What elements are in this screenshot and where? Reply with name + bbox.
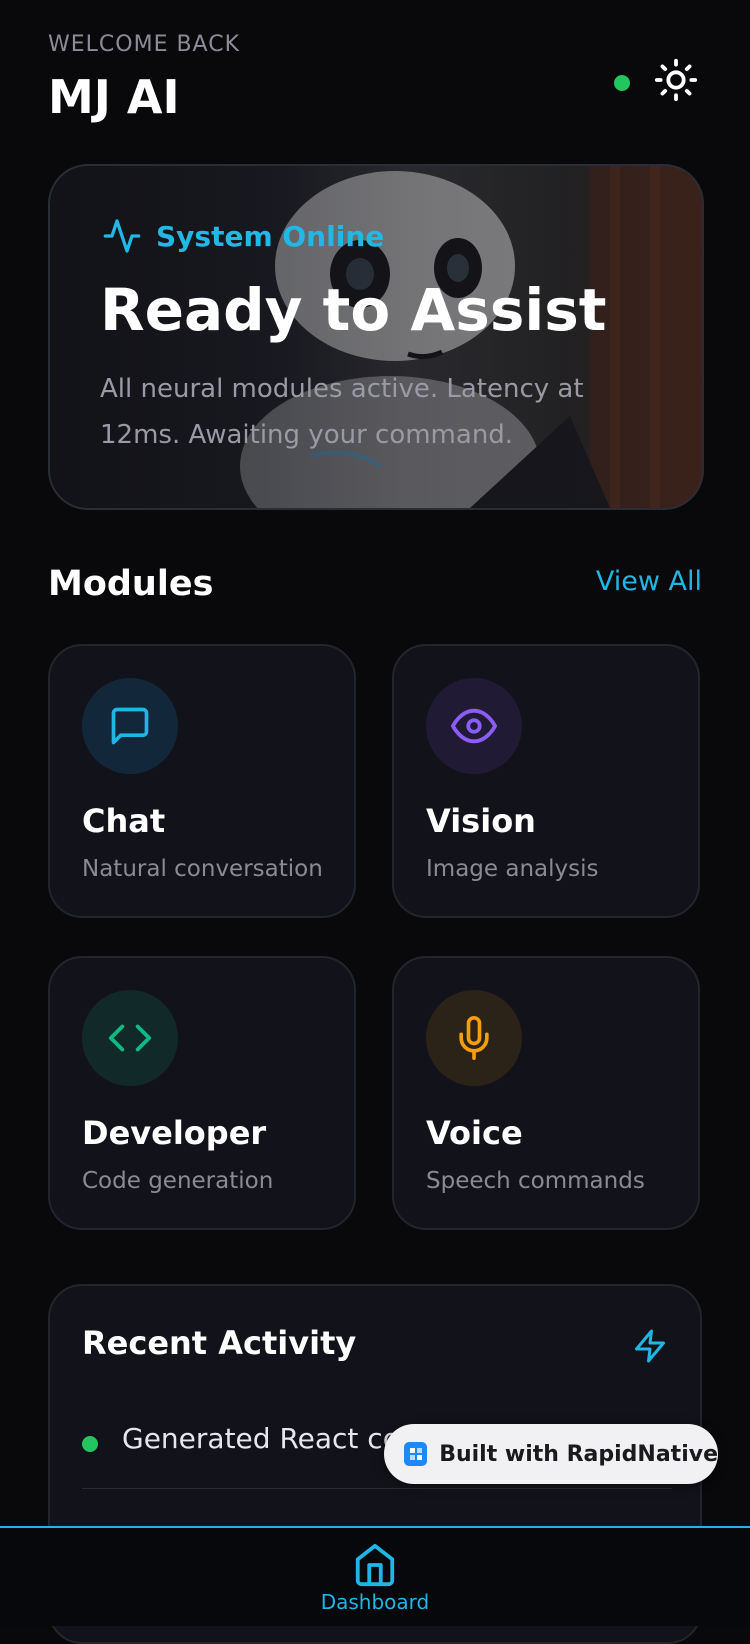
activity-divider xyxy=(82,1488,672,1489)
module-title: Voice xyxy=(426,1114,523,1152)
code-icon xyxy=(108,1024,152,1052)
nav-item-dashboard[interactable]: Dashboard xyxy=(305,1528,445,1626)
theme-toggle-button[interactable] xyxy=(652,56,700,104)
module-title: Chat xyxy=(82,802,166,840)
module-title: Vision xyxy=(426,802,536,840)
module-title: Developer xyxy=(82,1114,267,1152)
built-with-badge[interactable]: Built with RapidNative xyxy=(384,1424,718,1484)
activity-item-text[interactable]: Generated React con xyxy=(122,1422,418,1455)
module-card-chat[interactable]: Chat Natural conversation xyxy=(48,644,356,918)
zap-icon[interactable] xyxy=(632,1328,668,1364)
system-status-label: System Online xyxy=(156,219,385,253)
message-square-icon xyxy=(111,707,149,745)
module-subtitle: Natural conversation xyxy=(82,856,323,882)
module-subtitle: Code generation xyxy=(82,1168,274,1194)
nav-label-dashboard: Dashboard xyxy=(320,1590,430,1614)
module-card-vision[interactable]: Vision Image analysis xyxy=(392,644,700,918)
chat-icon-badge xyxy=(82,678,178,774)
vision-icon-badge xyxy=(426,678,522,774)
module-card-developer[interactable]: Developer Code generation xyxy=(48,956,356,1230)
voice-icon-badge xyxy=(426,990,522,1086)
module-card-voice[interactable]: Voice Speech commands xyxy=(392,956,700,1230)
welcome-label: WELCOME BACK xyxy=(48,32,241,57)
sun-icon xyxy=(654,58,698,102)
app-title: MJ AI xyxy=(48,70,180,124)
hero-card: System Online Ready to Assist All neural… xyxy=(48,164,704,510)
system-status: System Online xyxy=(102,216,384,256)
online-status-dot xyxy=(614,75,630,91)
hero-title: Ready to Assist xyxy=(100,276,607,344)
rapidnative-logo-icon xyxy=(404,1442,428,1466)
eye-icon xyxy=(451,708,497,744)
recent-activity-title: Recent Activity xyxy=(82,1324,357,1362)
modules-title: Modules xyxy=(48,564,214,604)
home-icon xyxy=(355,1543,395,1587)
bottom-nav: Dashboard xyxy=(0,1526,750,1626)
hero-description: All neural modules active. Latency at 12… xyxy=(100,374,584,450)
view-all-link[interactable]: View All xyxy=(560,566,702,597)
badge-label: Built with RapidNative xyxy=(439,1441,718,1467)
activity-icon xyxy=(103,219,141,253)
developer-icon-badge xyxy=(82,990,178,1086)
mic-icon xyxy=(459,1016,489,1060)
module-subtitle: Image analysis xyxy=(426,856,599,882)
activity-status-dot xyxy=(82,1436,98,1452)
module-subtitle: Speech commands xyxy=(426,1168,645,1194)
